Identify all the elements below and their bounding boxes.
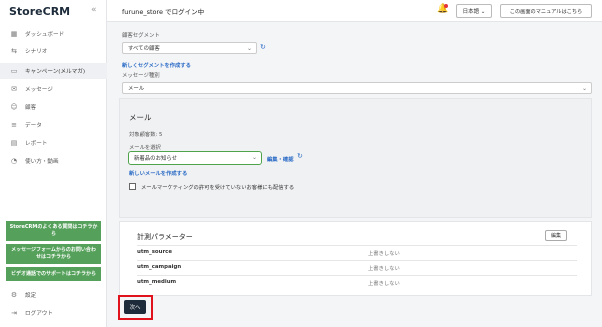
next-button[interactable]: 次へ xyxy=(124,300,146,314)
faq-button[interactable]: StoreCRMのよくある質問はコチラから xyxy=(6,221,101,241)
campaign-icon: ▭ xyxy=(10,67,18,75)
main-content: 顧客セグメント すべての顧客 ⌄ ↻ 新しくセグメントを作成する メッセージ種別… xyxy=(107,22,602,327)
message-icon: ✉ xyxy=(11,85,17,93)
sidebar-item-data[interactable]: ≡ データ xyxy=(0,117,107,133)
brand-logo: StoreCRM xyxy=(9,5,71,18)
sidebar-item-label: メッセージ xyxy=(25,87,53,93)
params-title: 計測パラメーター xyxy=(137,233,193,241)
sidebar-item-customers[interactable]: ☺ 顧客 xyxy=(0,99,107,115)
message-type-label: メッセージ種別 xyxy=(122,73,160,79)
sidebar-item-label: データ xyxy=(25,123,42,129)
chevron-down-icon: ⌄ xyxy=(581,85,587,92)
chevron-down-icon: ⌄ xyxy=(251,154,257,161)
refresh-icon[interactable]: ↻ xyxy=(297,152,303,160)
video-support-button[interactable]: ビデオ通話でのサポートはコチラから xyxy=(6,267,101,281)
manual-button[interactable]: この画面のマニュアルはこちら xyxy=(500,4,592,18)
non-consent-checkbox-label: メールマーケティングの許可を受けていないお客様にも配信する xyxy=(141,185,295,191)
gear-icon: ⚙ xyxy=(10,291,18,299)
message-type-select[interactable]: メール ⌄ xyxy=(122,82,592,94)
scenario-icon: ⇆ xyxy=(11,47,17,55)
mail-title: メール xyxy=(129,113,152,122)
message-type-value: メール xyxy=(128,86,145,92)
mail-select-value: 新着品のお知らせ xyxy=(134,156,178,162)
sidebar-item-label: 顧客 xyxy=(25,105,37,111)
data-icon: ≡ xyxy=(11,121,17,129)
tracking-params-panel: 計測パラメーター 編集 utm_source 上書きしない utm_campai… xyxy=(119,221,592,296)
sidebar-item-label: ログアウト xyxy=(25,311,53,317)
param-key: utm_source xyxy=(137,249,172,255)
edit-mail-link[interactable]: 編集・確認 xyxy=(267,155,294,163)
customers-icon: ☺ xyxy=(10,103,18,111)
table-row: utm_medium 上書きしない xyxy=(137,275,577,289)
table-row: utm_campaign 上書きしない xyxy=(137,260,577,274)
sidebar-item-label: キャンペーン(メルマガ) xyxy=(25,69,86,75)
dashboard-icon: ▦ xyxy=(10,30,18,38)
contact-form-button[interactable]: メッセージフォームからのお問い合わせはコチラから xyxy=(6,244,101,264)
chevron-down-icon: ⌄ xyxy=(246,45,252,52)
sidebar-item-label: シナリオ xyxy=(25,49,48,55)
target-count: 対象顧客数: 5 xyxy=(129,132,163,138)
mail-panel: メール 対象顧客数: 5 メールを選択 新着品のお知らせ ⌄ 編集・確認 ↻ 新… xyxy=(119,98,592,218)
sidebar-item-scenario[interactable]: ⇆ シナリオ xyxy=(0,43,107,59)
param-key: utm_medium xyxy=(137,279,177,285)
sidebar-item-campaign[interactable]: ▭ キャンペーン(メルマガ) xyxy=(0,63,107,79)
notification-dot xyxy=(444,4,448,8)
segment-label: 顧客セグメント xyxy=(122,33,160,39)
param-key: utm_campaign xyxy=(137,264,182,270)
non-consent-checkbox[interactable] xyxy=(129,183,136,190)
sidebar-item-report[interactable]: ▤ レポート xyxy=(0,135,107,151)
param-value: 上書きしない xyxy=(368,251,400,257)
sidebar-item-label: 設定 xyxy=(25,293,37,299)
collapse-sidebar-icon[interactable]: « xyxy=(91,5,97,15)
help-icon: ◔ xyxy=(10,157,18,165)
segment-select[interactable]: すべての顧客 ⌄ xyxy=(122,42,257,54)
report-icon: ▤ xyxy=(10,139,18,147)
sidebar-item-label: 使い方・動画 xyxy=(25,159,59,165)
param-value: 上書きしない xyxy=(368,266,400,272)
mail-select[interactable]: 新着品のお知らせ ⌄ xyxy=(128,151,262,165)
sidebar-item-message[interactable]: ✉ メッセージ xyxy=(0,81,107,97)
sidebar-item-dashboard[interactable]: ▦ ダッシュボード xyxy=(0,26,107,42)
sidebar-item-logout[interactable]: ⇥ ログアウト xyxy=(0,305,107,321)
segment-value: すべての顧客 xyxy=(128,46,160,52)
next-button-highlight: 次へ xyxy=(118,295,153,320)
param-value: 上書きしない xyxy=(368,281,400,287)
sidebar-item-label: ダッシュボード xyxy=(25,32,65,38)
logout-icon: ⇥ xyxy=(11,309,17,317)
refresh-icon[interactable]: ↻ xyxy=(260,43,266,51)
language-select[interactable]: 日本語 ⌄ xyxy=(456,4,492,18)
sidebar: StoreCRM « ▦ ダッシュボード ⇆ シナリオ ▭ キャンペーン(メルマ… xyxy=(0,0,107,327)
sidebar-item-settings[interactable]: ⚙ 設定 xyxy=(0,287,107,303)
edit-params-button[interactable]: 編集 xyxy=(545,230,567,241)
sidebar-item-label: レポート xyxy=(25,141,48,147)
sidebar-item-help[interactable]: ◔ 使い方・動画 xyxy=(0,153,107,169)
new-mail-link[interactable]: 新しいメールを作成する xyxy=(129,169,187,177)
new-segment-link[interactable]: 新しくセグメントを作成する xyxy=(122,61,191,69)
table-row: utm_source 上書きしない xyxy=(137,245,577,259)
login-status: furune_store でログイン中 xyxy=(122,8,205,16)
mail-select-label: メールを選択 xyxy=(129,145,161,151)
top-bar: furune_store でログイン中 🔔 日本語 ⌄ この画面のマニュアルはこ… xyxy=(107,0,602,22)
